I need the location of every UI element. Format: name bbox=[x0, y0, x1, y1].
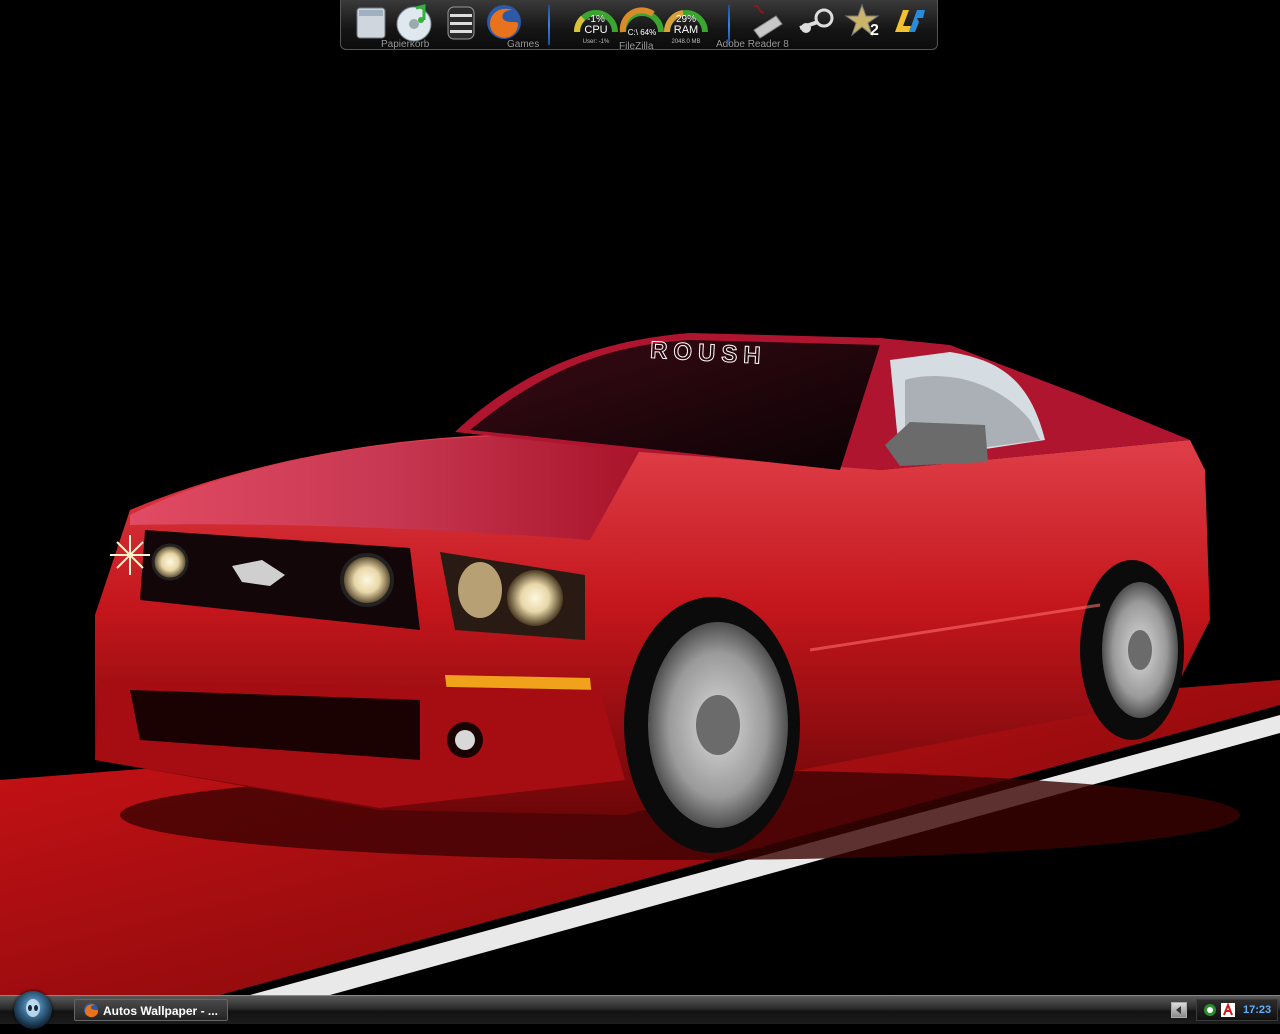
disk-sub: FileZilla bbox=[619, 41, 654, 52]
steam-icon[interactable] bbox=[796, 2, 836, 42]
firefox-icon[interactable] bbox=[484, 2, 524, 42]
desktop-wallpaper: ROUSH bbox=[0, 0, 1280, 995]
music-player-icon[interactable] bbox=[394, 2, 434, 42]
disk-value: C:\ 64% bbox=[627, 28, 657, 37]
application-dock: Papierkorb Games -1% CPU User: -1% C:\ 6… bbox=[340, 0, 938, 52]
show-hidden-icons-button[interactable] bbox=[1171, 1002, 1187, 1018]
game-star-icon[interactable]: 2 bbox=[844, 2, 884, 42]
cpu-label: CPU bbox=[584, 24, 608, 36]
storage-drive-icon[interactable] bbox=[441, 2, 481, 42]
recycle-bin-icon[interactable] bbox=[351, 2, 391, 42]
disk-gauge[interactable]: C:\ 64% FileZilla bbox=[619, 2, 665, 52]
start-button[interactable] bbox=[14, 991, 52, 1029]
ram-label: RAM bbox=[673, 24, 699, 36]
adobe-reader-label: Adobe Reader 8 bbox=[716, 39, 789, 50]
taskbar-window-button[interactable]: Autos Wallpaper - ... bbox=[74, 999, 228, 1021]
system-tray: 17:23 bbox=[1196, 999, 1278, 1021]
antivirus-icon[interactable] bbox=[1221, 1003, 1235, 1017]
adobe-reader-icon[interactable] bbox=[746, 2, 786, 42]
chevron-left-icon bbox=[1176, 1006, 1181, 1014]
clock[interactable]: 17:23 bbox=[1243, 1004, 1271, 1016]
ram-sub: 2048.0 MB bbox=[671, 39, 701, 45]
firefox-icon bbox=[84, 1003, 98, 1018]
taskbar: Autos Wallpaper - ... 17:23 bbox=[0, 991, 1280, 1029]
app-logo-icon[interactable] bbox=[889, 2, 929, 42]
network-icon[interactable] bbox=[1203, 1003, 1217, 1017]
cpu-sub: User: -1% bbox=[582, 39, 610, 45]
games-label: Games bbox=[507, 39, 540, 50]
game-star-number: 2 bbox=[870, 22, 879, 39]
alien-logo-icon bbox=[26, 999, 40, 1017]
ram-gauge[interactable]: 29% RAM 2048.0 MB bbox=[663, 2, 709, 45]
cpu-gauge[interactable]: -1% CPU User: -1% bbox=[573, 2, 619, 45]
taskbar-window-title: Autos Wallpaper - ... bbox=[103, 1004, 218, 1018]
dock-separator bbox=[548, 5, 550, 45]
